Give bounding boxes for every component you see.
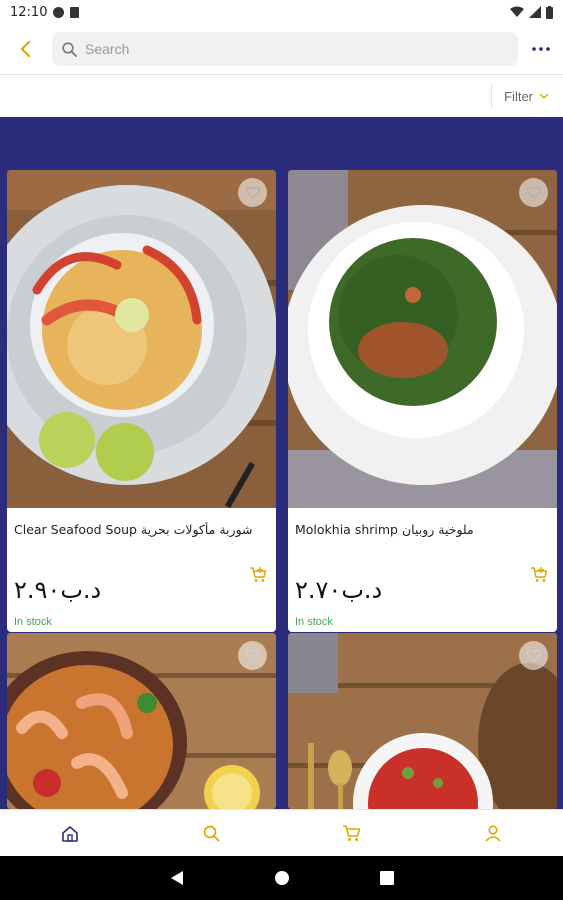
home-circle-icon xyxy=(274,871,289,885)
nav-cart[interactable] xyxy=(322,810,382,857)
search-placeholder: Search xyxy=(85,41,130,57)
product-price: د.ب٢.٩٠ xyxy=(14,576,102,604)
add-to-cart-icon[interactable] xyxy=(530,566,548,584)
system-back-button[interactable] xyxy=(170,870,184,886)
shrimp-stew-image xyxy=(7,633,276,809)
filter-button[interactable]: Filter xyxy=(491,82,563,110)
product-info: Clear Seafood Soup شوربة مأكولات بحرية د… xyxy=(7,508,276,632)
seafood-soup-image xyxy=(7,170,276,508)
tomato-soup-image xyxy=(288,633,557,809)
search-input[interactable]: Search xyxy=(52,32,518,66)
heart-icon xyxy=(526,186,541,199)
system-navigation xyxy=(0,856,563,900)
product-title: Clear Seafood Soup شوربة مأكولات بحرية xyxy=(14,522,253,537)
favorite-button[interactable] xyxy=(519,641,548,670)
product-image xyxy=(7,633,276,809)
heart-icon xyxy=(245,186,260,199)
nav-profile[interactable] xyxy=(463,810,523,857)
filter-label: Filter xyxy=(504,88,533,104)
more-horizontal-icon xyxy=(531,47,550,51)
product-grid: Clear Seafood Soup شوربة مأكولات بحرية د… xyxy=(0,117,563,809)
back-button[interactable] xyxy=(0,24,52,74)
heart-icon xyxy=(526,649,541,662)
home-icon xyxy=(62,825,79,842)
chevron-down-icon xyxy=(539,93,549,99)
recents-square-icon xyxy=(379,871,394,885)
favorite-button[interactable] xyxy=(238,641,267,670)
filter-bar: Filter xyxy=(0,75,563,117)
product-image xyxy=(288,170,557,508)
stock-status: In stock xyxy=(295,616,333,628)
favorite-button[interactable] xyxy=(519,178,548,207)
search-icon xyxy=(62,41,77,57)
chevron-left-icon xyxy=(20,41,31,57)
product-info: Molokhia shrimp ملوخية روبيان د.ب٢.٧٠ In… xyxy=(288,508,557,632)
search-icon xyxy=(203,825,220,841)
product-card[interactable] xyxy=(288,633,557,809)
product-card[interactable]: Clear Seafood Soup شوربة مأكولات بحرية د… xyxy=(7,170,276,632)
nav-search[interactable] xyxy=(181,810,241,857)
product-image xyxy=(7,170,276,508)
profile-icon xyxy=(485,824,501,842)
molokhia-image xyxy=(288,170,557,508)
bottom-navigation xyxy=(0,809,563,856)
product-card[interactable] xyxy=(7,633,276,809)
sim-card-icon xyxy=(70,6,80,18)
status-right xyxy=(510,5,553,19)
status-time: 12:10 xyxy=(10,4,48,20)
nav-home[interactable] xyxy=(40,810,100,857)
product-title: Molokhia shrimp ملوخية روبيان xyxy=(295,522,474,537)
status-bar: 12:10 xyxy=(0,0,563,24)
product-card[interactable]: Molokhia shrimp ملوخية روبيان د.ب٢.٧٠ In… xyxy=(288,170,557,632)
app-bar: Search xyxy=(0,24,563,74)
product-price: د.ب٢.٧٠ xyxy=(295,576,383,604)
stock-status: In stock xyxy=(14,616,52,628)
favorite-button[interactable] xyxy=(238,178,267,207)
wifi-icon xyxy=(510,6,524,17)
app-screen: 12:10 Search Filter Clear Seafood Soup ش… xyxy=(0,0,563,900)
heart-icon xyxy=(245,649,260,662)
signal-icon xyxy=(529,6,541,18)
status-left: 12:10 xyxy=(10,4,80,20)
battery-icon xyxy=(546,5,553,19)
back-triangle-icon xyxy=(170,871,183,885)
product-image xyxy=(288,633,557,809)
data-saver-icon xyxy=(53,6,65,18)
add-to-cart-icon[interactable] xyxy=(249,566,267,584)
system-home-button[interactable] xyxy=(274,870,290,886)
system-recents-button[interactable] xyxy=(379,871,394,885)
more-options-button[interactable] xyxy=(518,24,563,74)
cart-icon xyxy=(343,825,361,841)
